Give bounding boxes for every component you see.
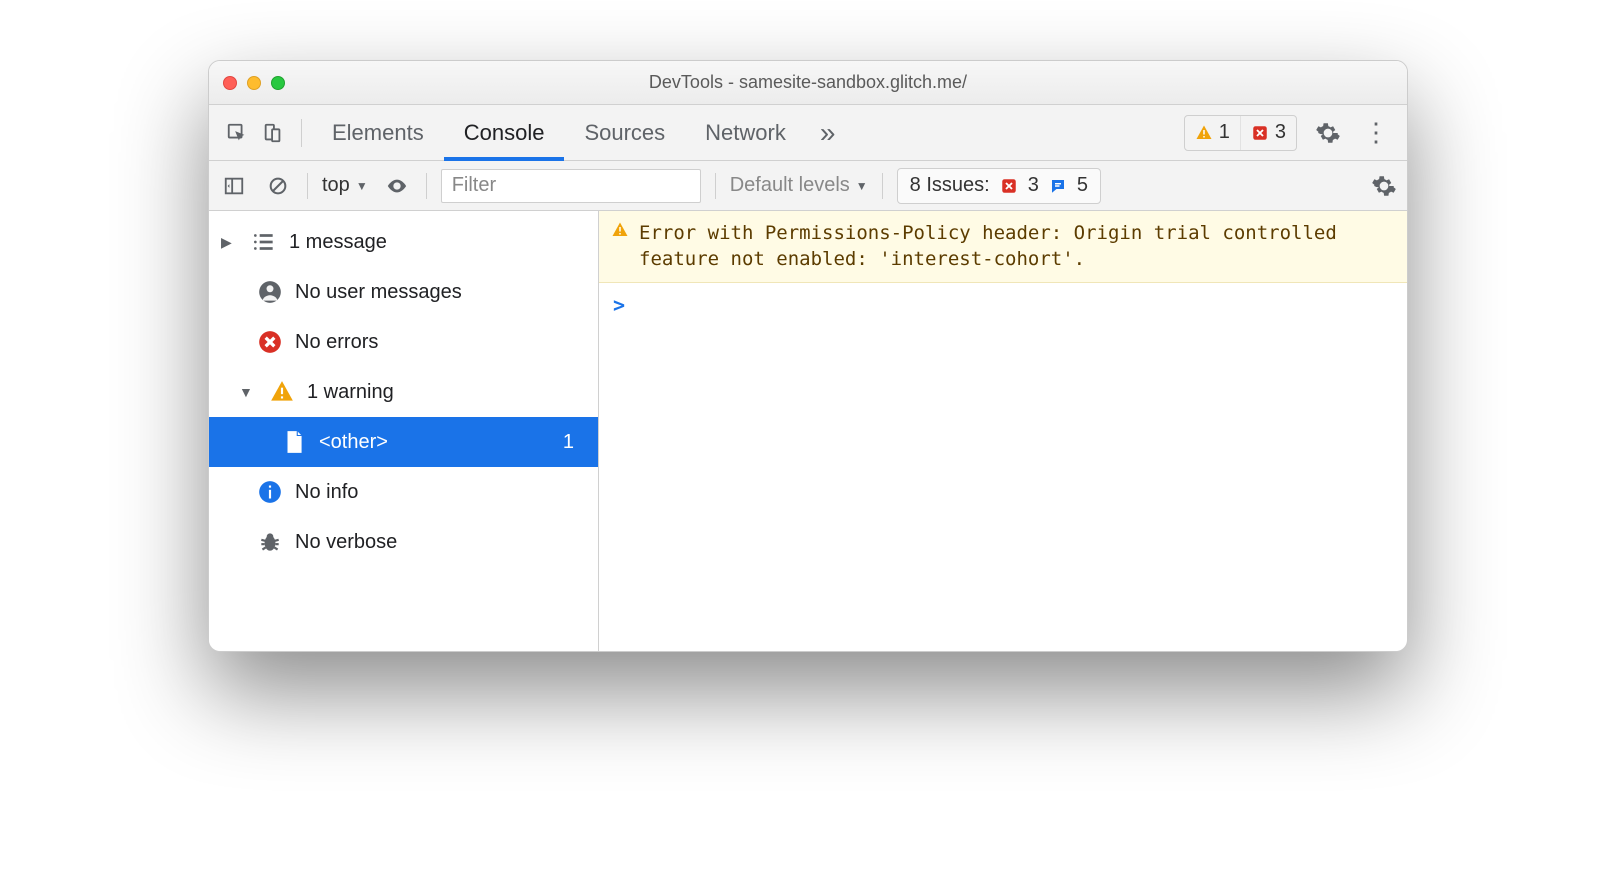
clear-icon [267, 175, 289, 197]
gear-icon [1315, 120, 1341, 146]
window-controls [223, 76, 285, 90]
errors-badge[interactable]: 3 [1240, 116, 1296, 150]
chevron-down-icon: ▼ [856, 179, 868, 193]
close-window-button[interactable] [223, 76, 237, 90]
sidebar-other[interactable]: <other> 1 [209, 417, 598, 467]
bug-icon [257, 529, 283, 555]
sidebar-info[interactable]: No info [209, 467, 598, 517]
console-toolbar: top ▼ Default levels ▼ 8 Issues: 3 5 [209, 161, 1407, 211]
separator [426, 173, 427, 199]
eye-icon [386, 175, 408, 197]
sidebar-other-count: 1 [563, 431, 598, 454]
context-label: top [322, 174, 350, 197]
tab-sources[interactable]: Sources [564, 105, 685, 161]
window-title: DevTools - samesite-sandbox.glitch.me/ [209, 72, 1407, 93]
list-icon [251, 229, 277, 255]
console-output: Error with Permissions-Policy header: Or… [599, 211, 1407, 651]
sidebar-warnings-label: 1 warning [307, 381, 598, 404]
tab-console[interactable]: Console [444, 105, 565, 161]
inspect-element-icon[interactable] [219, 115, 255, 151]
clear-console-button[interactable] [263, 171, 293, 201]
log-levels-selector[interactable]: Default levels ▼ [730, 174, 868, 197]
sidebar-user-label: No user messages [295, 281, 598, 304]
console-prompt[interactable]: > [599, 283, 1407, 327]
issues-button[interactable]: 8 Issues: 3 5 [897, 168, 1101, 204]
separator [301, 119, 302, 147]
file-icon [281, 429, 307, 455]
settings-button[interactable] [1315, 120, 1341, 146]
device-toggle-icon[interactable] [255, 115, 291, 151]
error-icon [1251, 124, 1269, 142]
tab-bar: Elements Console Sources Network » 1 3 ⋮ [209, 105, 1407, 161]
context-selector[interactable]: top ▼ [322, 174, 368, 197]
sidebar-warnings[interactable]: ▼ 1 warning [209, 367, 598, 417]
sidebar-errors[interactable]: No errors [209, 317, 598, 367]
warnings-badge[interactable]: 1 [1185, 116, 1240, 150]
warning-icon [1195, 124, 1213, 142]
info-icon [257, 479, 283, 505]
chevron-down-icon: ▼ [356, 179, 368, 193]
sidebar-info-label: No info [295, 481, 598, 504]
errors-count: 3 [1275, 121, 1286, 144]
minimize-window-button[interactable] [247, 76, 261, 90]
more-options-button[interactable]: ⋮ [1355, 127, 1397, 137]
separator [307, 173, 308, 199]
tab-elements[interactable]: Elements [312, 105, 444, 161]
warning-icon [269, 379, 295, 405]
titlebar: DevTools - samesite-sandbox.glitch.me/ [209, 61, 1407, 105]
message-icon [1049, 177, 1067, 195]
prompt-symbol: > [613, 293, 625, 317]
sidebar-messages-label: 1 message [289, 231, 598, 254]
issues-errors-count: 3 [1028, 174, 1039, 197]
levels-label: Default levels [730, 174, 850, 197]
sidebar-verbose-label: No verbose [295, 531, 598, 554]
sidebar-messages[interactable]: ▶ 1 message [209, 217, 598, 267]
tab-network[interactable]: Network [685, 105, 806, 161]
filter-input[interactable] [441, 169, 701, 203]
collapse-icon: ▼ [239, 384, 257, 400]
content-area: ▶ 1 message No user messages No errors ▼… [209, 211, 1407, 651]
issues-messages-count: 5 [1077, 174, 1088, 197]
separator [715, 173, 716, 199]
sidebar-user-messages[interactable]: No user messages [209, 267, 598, 317]
zoom-window-button[interactable] [271, 76, 285, 90]
status-badges: 1 3 [1184, 115, 1297, 151]
toggle-sidebar-button[interactable] [219, 171, 249, 201]
console-warning-text: Error with Permissions-Policy header: Or… [639, 221, 1393, 272]
gear-icon [1371, 173, 1397, 199]
console-warning-row[interactable]: Error with Permissions-Policy header: Or… [599, 211, 1407, 283]
console-settings-button[interactable] [1371, 173, 1397, 199]
sidebar-other-label: <other> [319, 431, 551, 454]
warning-icon [611, 221, 629, 272]
expand-icon: ▶ [221, 234, 239, 251]
console-sidebar: ▶ 1 message No user messages No errors ▼… [209, 211, 599, 651]
sidebar-verbose[interactable]: No verbose [209, 517, 598, 567]
devtools-window: DevTools - samesite-sandbox.glitch.me/ E… [208, 60, 1408, 652]
more-tabs-button[interactable]: » [806, 117, 850, 149]
live-expression-button[interactable] [382, 171, 412, 201]
warnings-count: 1 [1219, 121, 1230, 144]
separator [882, 173, 883, 199]
sidebar-errors-label: No errors [295, 331, 598, 354]
error-icon [257, 329, 283, 355]
user-icon [257, 279, 283, 305]
issues-label: 8 Issues: [910, 174, 990, 197]
error-icon [1000, 177, 1018, 195]
